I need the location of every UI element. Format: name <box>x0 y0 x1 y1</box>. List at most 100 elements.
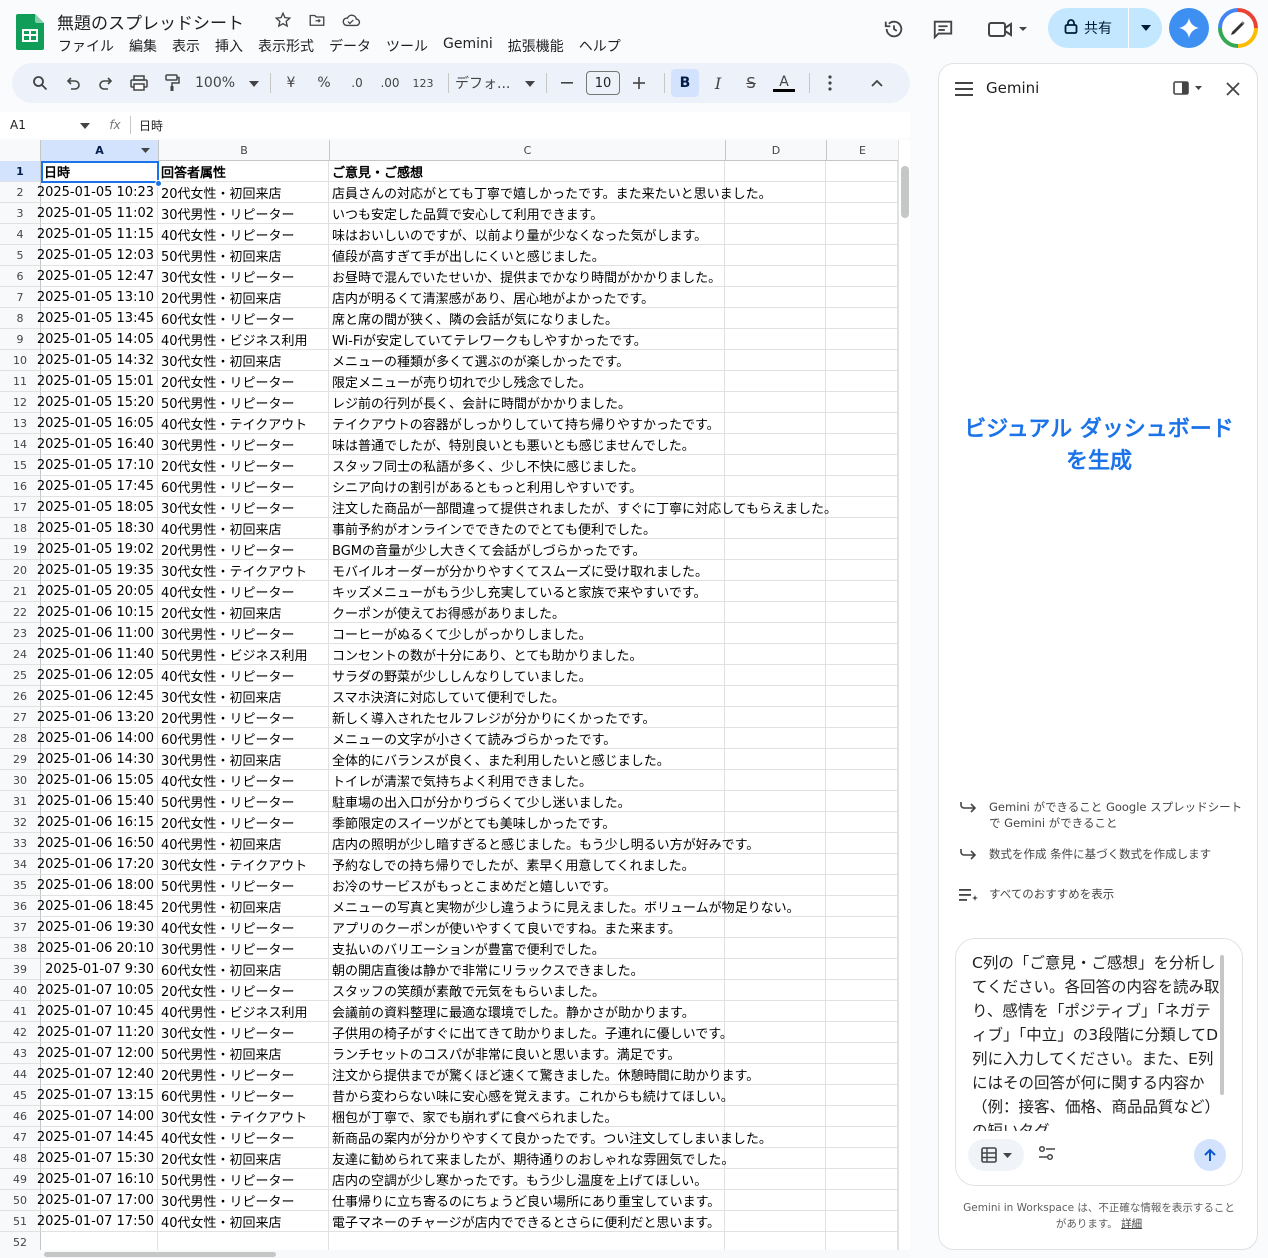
row-header[interactable]: 38 <box>0 938 41 959</box>
cell-comment[interactable]: お冷のサービスがもっとこまめだと嬉しいです。 <box>329 875 725 896</box>
cell-date[interactable]: 2025-01-05 15:20 <box>37 392 158 413</box>
cell-respondent[interactable]: 50代男性・リピーター <box>158 392 329 413</box>
cell-comment[interactable]: 注文した商品が一部間違って提供されましたが、すぐに丁寧に対応してもらえました。 <box>329 497 837 518</box>
cell-date[interactable]: 2025-01-06 10:15 <box>37 602 158 623</box>
menu-file[interactable]: ファイル <box>58 36 114 56</box>
column-menu-icon[interactable] <box>141 148 150 153</box>
cell-respondent[interactable]: 30代女性・テイクアウト <box>158 560 329 581</box>
cell-e[interactable] <box>826 413 898 434</box>
cell-respondent[interactable]: 30代女性・テイクアウト <box>158 1106 329 1127</box>
fill-handle[interactable] <box>155 180 162 187</box>
cell-date[interactable]: 2025-01-05 19:35 <box>37 560 158 581</box>
row-header[interactable]: 36 <box>0 896 41 917</box>
cell-respondent[interactable]: 40代女性・リピーター <box>158 770 329 791</box>
cell-d[interactable] <box>725 917 826 938</box>
cell-date[interactable]: 2025-01-07 17:00 <box>37 1190 158 1211</box>
cell-date[interactable]: 2025-01-06 15:40 <box>37 791 158 812</box>
font-size-input[interactable]: 10 <box>586 71 620 95</box>
cell-respondent[interactable]: 30代男性・リピーター <box>158 203 329 224</box>
cell-e[interactable] <box>826 1064 898 1085</box>
row-header[interactable]: 31 <box>0 791 41 812</box>
cell-date[interactable]: 2025-01-05 18:30 <box>37 518 158 539</box>
cell-respondent[interactable]: 20代女性・リピーター <box>158 980 329 1001</box>
cell-date[interactable]: 2025-01-05 19:02 <box>37 539 158 560</box>
cell-comment[interactable]: 季節限定のスイーツがとても美味しかったです。 <box>329 812 725 833</box>
cell-d[interactable] <box>725 602 826 623</box>
cell-d[interactable] <box>725 1169 826 1190</box>
row-header[interactable]: 12 <box>0 392 41 413</box>
cell-d[interactable] <box>725 875 826 896</box>
cell-comment[interactable]: テイクアウトの容器がしっかりしていて持ち帰りやすかったです。 <box>329 413 725 434</box>
cell-date[interactable]: 2025-01-07 14:00 <box>37 1106 158 1127</box>
row-header[interactable]: 16 <box>0 476 41 497</box>
decrease-font-size-icon[interactable] <box>553 69 581 97</box>
cell-e[interactable] <box>826 749 898 770</box>
cell-respondent[interactable]: 60代男性・リピーター <box>158 476 329 497</box>
row-header[interactable]: 37 <box>0 917 41 938</box>
cell-respondent[interactable]: 30代男性・リピーター <box>158 938 329 959</box>
table-insert-button[interactable] <box>968 1139 1024 1171</box>
cell-comment[interactable]: 新しく導入されたセルフレジが分かりにくかったです。 <box>329 707 725 728</box>
cell-d[interactable] <box>725 476 826 497</box>
cell-respondent[interactable]: 50代男性・リピーター <box>158 791 329 812</box>
cell-comment[interactable]: コンセントの数が十分にあり、とても助かりました。 <box>329 644 725 665</box>
cell-respondent[interactable]: 60代男性・リピーター <box>158 1085 329 1106</box>
cell-d[interactable] <box>725 518 826 539</box>
cell-respondent[interactable]: 20代女性・初回来店 <box>158 1148 329 1169</box>
cell-respondent[interactable]: 40代女性・リピーター <box>158 224 329 245</box>
cell-d[interactable] <box>725 539 826 560</box>
row-header[interactable]: 24 <box>0 644 41 665</box>
row-header[interactable]: 4 <box>0 224 41 245</box>
cell-respondent[interactable]: 50代男性・リピーター <box>158 1169 329 1190</box>
row-header[interactable]: 7 <box>0 287 41 308</box>
row-header[interactable]: 19 <box>0 539 41 560</box>
cell-comment[interactable]: 駐車場の出入口が分かりづらくて少し迷いました。 <box>329 791 725 812</box>
cell-respondent[interactable]: 40代女性・リピーター <box>158 917 329 938</box>
row-header[interactable]: 44 <box>0 1064 41 1085</box>
cell-e[interactable] <box>826 623 898 644</box>
cell-date[interactable]: 2025-01-05 16:05 <box>37 413 158 434</box>
cell-e[interactable] <box>826 581 898 602</box>
cell-respondent[interactable]: 20代男性・初回来店 <box>158 287 329 308</box>
cell-d[interactable] <box>725 1022 826 1043</box>
cell-d[interactable] <box>725 665 826 686</box>
cell-respondent[interactable]: 40代女性・リピーター <box>158 665 329 686</box>
cell-e[interactable] <box>826 1001 898 1022</box>
cell-comment[interactable]: キッズメニューがもう少し充実していると家族で来やすいです。 <box>329 581 725 602</box>
row-header[interactable]: 18 <box>0 518 41 539</box>
cell-comment[interactable]: お昼時で混んでいたせいか、提供までかなり時間がかかりました。 <box>329 266 725 287</box>
cell-date[interactable]: 2025-01-05 10:23 <box>37 182 158 203</box>
cell-date[interactable]: 2025-01-05 11:02 <box>37 203 158 224</box>
italic-button[interactable]: I <box>704 69 732 97</box>
cell-comment[interactable]: 朝の開店直後は静かで非常にリラックスできました。 <box>329 959 725 980</box>
row-header[interactable]: 14 <box>0 434 41 455</box>
cell-d[interactable] <box>725 644 826 665</box>
cell-date[interactable]: 2025-01-07 15:30 <box>37 1148 158 1169</box>
menu-extensions[interactable]: 拡張機能 <box>508 36 564 56</box>
cell-e[interactable] <box>826 875 898 896</box>
cell-comment[interactable]: アプリのクーポンが使いやすくて良いですね。また来ます。 <box>329 917 725 938</box>
cell-respondent[interactable]: 20代男性・初回来店 <box>158 896 329 917</box>
cell-e[interactable] <box>826 959 898 980</box>
row-header[interactable]: 22 <box>0 602 41 623</box>
cell-respondent[interactable]: 40代男性・初回来店 <box>158 833 329 854</box>
formula-input[interactable]: 日時 <box>139 117 163 134</box>
cell-d[interactable] <box>725 707 826 728</box>
prompt-input-box[interactable]: C列の「ご意見・ご感想」を分析してください。各回答の内容を読み取り、感情を「ポジ… <box>955 938 1243 1186</box>
cell-respondent[interactable]: 20代女性・リピーター <box>158 371 329 392</box>
menu-data[interactable]: データ <box>329 36 371 56</box>
paint-format-icon[interactable] <box>158 69 186 97</box>
cell-respondent[interactable]: 60代男性・リピーター <box>158 728 329 749</box>
cell-e[interactable] <box>826 518 898 539</box>
cell-comment[interactable]: 予約なしでの持ち帰りでしたが、素早く用意してくれました。 <box>329 854 725 875</box>
cell-comment[interactable]: ランチセットのコスパが非常に良いと思います。満足です。 <box>329 1043 725 1064</box>
cell-comment[interactable]: メニューの種類が多くて選ぶのが楽しかったです。 <box>329 350 725 371</box>
cell-e[interactable] <box>826 1022 898 1043</box>
cell-date[interactable]: 2025-01-06 11:40 <box>37 644 158 665</box>
cell-comment[interactable]: 味はおいしいのですが、以前より量が少なくなった気がします。 <box>329 224 725 245</box>
name-box[interactable]: A1 <box>0 118 100 132</box>
cell-e[interactable] <box>826 224 898 245</box>
row-header[interactable]: 6 <box>0 266 41 287</box>
cell-date[interactable]: 2025-01-07 10:05 <box>37 980 158 1001</box>
cell-comment[interactable]: スタッフの笑顔が素敵で元気をもらいました。 <box>329 980 725 1001</box>
